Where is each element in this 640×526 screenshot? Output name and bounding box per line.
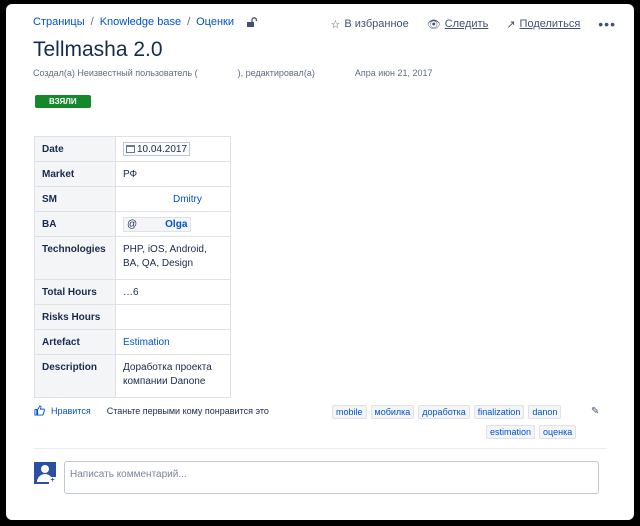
row-value-date: 10.04.2017 xyxy=(115,136,231,162)
row-value-technologies: PHP, iOS, Android, BA, QA, Design xyxy=(115,236,231,280)
row-value-sm: Dmitry xyxy=(115,186,231,212)
share-button[interactable]: ↗ Поделиться xyxy=(506,18,580,31)
eye-icon: 👁 xyxy=(426,18,441,31)
breadcrumb: Страницы / Knowledge base / Оценки xyxy=(33,16,258,28)
thumbs-up-icon[interactable] xyxy=(34,405,45,416)
breadcrumb-knowledge-base[interactable]: Knowledge base xyxy=(100,16,181,28)
watch-button[interactable]: 👁 Следить xyxy=(427,18,489,31)
breadcrumb-estimates[interactable]: Оценки xyxy=(196,16,234,28)
row-key-risks-hours: Risks Hours xyxy=(34,304,116,330)
page-byline: Создал(а) Неизвестный пользователь ( ), … xyxy=(33,68,433,78)
sm-user-link[interactable]: Dmitry xyxy=(173,194,202,205)
table-row: Market РФ xyxy=(34,161,231,187)
row-key-description: Description xyxy=(34,354,116,398)
label-item[interactable]: оценка xyxy=(539,425,577,439)
add-icon: + xyxy=(49,477,56,484)
row-key-artefact: Artefact xyxy=(34,329,116,355)
row-key-market: Market xyxy=(34,161,116,187)
row-key-sm: SM xyxy=(34,186,116,212)
page-frame: Страницы / Knowledge base / Оценки ☆ В и… xyxy=(6,4,634,520)
table-row: Date 10.04.2017 xyxy=(34,136,231,162)
byline-date[interactable]: Апpа июн 21, 2017 xyxy=(355,68,433,78)
row-value-ba: @ Olga xyxy=(115,211,231,237)
comment-input[interactable]: Написать комментарий... xyxy=(64,461,599,494)
table-row: Description Доработка проекта компании D… xyxy=(34,354,231,398)
watch-label: Следить xyxy=(444,18,489,30)
like-button[interactable]: Нравится xyxy=(51,406,91,416)
row-key-total-hours: Total Hours xyxy=(34,279,116,305)
calendar-icon xyxy=(126,145,135,153)
label-item[interactable]: finalization xyxy=(473,405,525,419)
label-item[interactable]: мобилка xyxy=(370,405,415,419)
favorite-label: В избранное xyxy=(344,18,409,30)
avatar: + xyxy=(34,462,56,484)
label-item[interactable]: estimation xyxy=(486,425,536,439)
breadcrumb-pages[interactable]: Страницы xyxy=(33,16,85,28)
likes-section: Нравится Станьте первыми кому понравится… xyxy=(34,405,269,416)
row-value-risks-hours xyxy=(115,304,231,330)
breadcrumb-separator: / xyxy=(187,16,191,28)
share-icon: ↗ xyxy=(506,18,516,31)
byline-created: Создал(а) Неизвестный пользователь ( xyxy=(33,68,198,78)
table-row: Risks Hours xyxy=(34,304,231,330)
row-value-artefact: Estimation xyxy=(115,329,231,355)
date-value: 10.04.2017 xyxy=(137,143,188,155)
label-item[interactable]: danon xyxy=(528,405,562,419)
more-actions-icon[interactable]: ••• xyxy=(598,16,616,32)
unlock-icon[interactable] xyxy=(246,16,258,28)
ba-user-mention[interactable]: @ Olga xyxy=(123,216,192,232)
table-row: Technologies PHP, iOS, Android, BA, QA, … xyxy=(34,236,231,280)
edit-labels-pencil-icon[interactable]: ✎ xyxy=(591,406,599,417)
label-item[interactable]: mobile xyxy=(332,405,367,419)
byline-edited: ), редактировал(а) xyxy=(237,68,315,78)
row-key-technologies: Technologies xyxy=(34,236,116,280)
mention-name: Olga xyxy=(165,218,188,230)
table-row: BA @ Olga xyxy=(34,211,231,237)
date-lozenge[interactable]: 10.04.2017 xyxy=(123,142,191,156)
avatar-head xyxy=(41,465,49,473)
row-value-total-hours: …6 xyxy=(115,279,231,305)
page-actions: ☆ В избранное 👁 Следить ↗ Поделиться ••• xyxy=(331,16,617,32)
label-row-indent xyxy=(332,425,482,439)
divider xyxy=(33,448,607,449)
share-label: Поделиться xyxy=(519,18,581,30)
artefact-link[interactable]: Estimation xyxy=(123,337,170,348)
row-value-description: Доработка проекта компании Danone xyxy=(115,354,231,398)
breadcrumb-separator: / xyxy=(90,16,94,28)
row-value-market: РФ xyxy=(115,161,231,187)
star-icon: ☆ xyxy=(330,18,341,31)
row-key-ba: BA xyxy=(34,211,116,237)
status-badge: ВЗЯЛИ xyxy=(35,95,91,108)
table-row: Artefact Estimation xyxy=(34,329,231,355)
row-key-date: Date xyxy=(34,136,116,162)
page-title: Tellmasha 2.0 xyxy=(33,38,163,61)
page-properties-table: Date 10.04.2017 Market РФ SM Dmitry BA @ xyxy=(34,136,231,398)
like-prompt: Станьте первыми кому понравится это xyxy=(106,405,269,416)
labels-list: mobile мобилка доработка finalization da… xyxy=(332,405,602,439)
table-row: Total Hours …6 xyxy=(34,279,231,305)
favorite-button[interactable]: ☆ В избранное xyxy=(331,18,409,31)
mention-at: @ xyxy=(127,218,138,230)
label-item[interactable]: доработка xyxy=(418,405,470,419)
table-row: SM Dmitry xyxy=(34,186,231,212)
